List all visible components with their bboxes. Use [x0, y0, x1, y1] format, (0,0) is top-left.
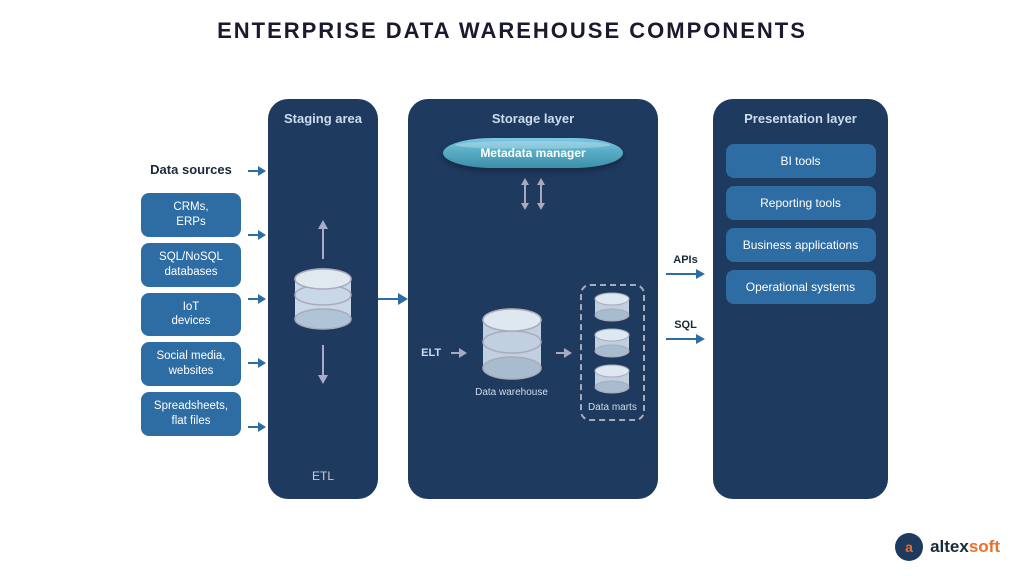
api-arrow: APIs [666, 254, 705, 279]
presentation-item-bi: BI tools [726, 144, 876, 178]
staging-arrow-down [318, 345, 328, 384]
data-marts: Data marts [580, 284, 645, 421]
presentation-layer-box: Presentation layer BI tools Reporting to… [713, 99, 888, 499]
metadata-manager: Metadata manager [443, 138, 623, 168]
sql-label: SQL [674, 319, 697, 331]
dw-label: Data warehouse [475, 387, 548, 398]
staging-area-box: Staging area ETL [268, 99, 378, 499]
ds-to-staging-arrows [246, 139, 268, 459]
logo-text: altexsoft [930, 537, 1000, 557]
storage-label: Storage layer [492, 111, 574, 126]
logo-area: a altexsoft [894, 532, 1000, 562]
presentation-item-reporting: Reporting tools [726, 186, 876, 220]
main-title: ENTERPRISE DATA WAREHOUSE COMPONENTS [0, 0, 1024, 54]
sql-arrow: SQL [666, 319, 705, 344]
staging-db-icon [293, 267, 353, 337]
staging-to-storage-arrow [378, 293, 408, 305]
presentation-label: Presentation layer [744, 111, 857, 128]
presentation-item-operational: Operational systems [726, 270, 876, 304]
api-label: APIs [673, 254, 697, 266]
datasources-item-social: Social media,websites [141, 342, 241, 386]
dm-label: Data marts [588, 402, 637, 413]
datasources-item-iot: IoTdevices [141, 293, 241, 337]
altexsoft-logo-icon: a [894, 532, 924, 562]
datasources-item-crm: CRMs,ERPs [141, 193, 241, 237]
data-warehouse: Data warehouse [475, 307, 548, 398]
elt-to-dw-arrow [451, 348, 467, 358]
etl-label: ETL [312, 469, 334, 487]
datasources-item-sql: SQL/NoSQLdatabases [141, 243, 241, 287]
storage-to-presentation-arrows: APIs SQL [658, 139, 713, 459]
dw-row: ELT Data warehouse [416, 218, 650, 487]
staging-inner [293, 136, 353, 469]
data-sources-column: Data sources CRMs,ERPs SQL/NoSQLdatabase… [136, 162, 246, 436]
storage-layer-box: Storage layer Metadata manager ELT [408, 99, 658, 499]
staging-arrow-up [318, 220, 328, 259]
staging-label: Staging area [284, 111, 362, 128]
dw-to-dm-arrow [556, 348, 572, 358]
datasources-label: Data sources [150, 162, 232, 179]
svg-text:a: a [905, 539, 913, 555]
elt-label: ELT [421, 347, 441, 359]
presentation-item-business: Business applications [726, 228, 876, 262]
meta-arrows [521, 178, 545, 210]
datasources-item-spreadsheets: Spreadsheets,flat files [141, 392, 241, 436]
